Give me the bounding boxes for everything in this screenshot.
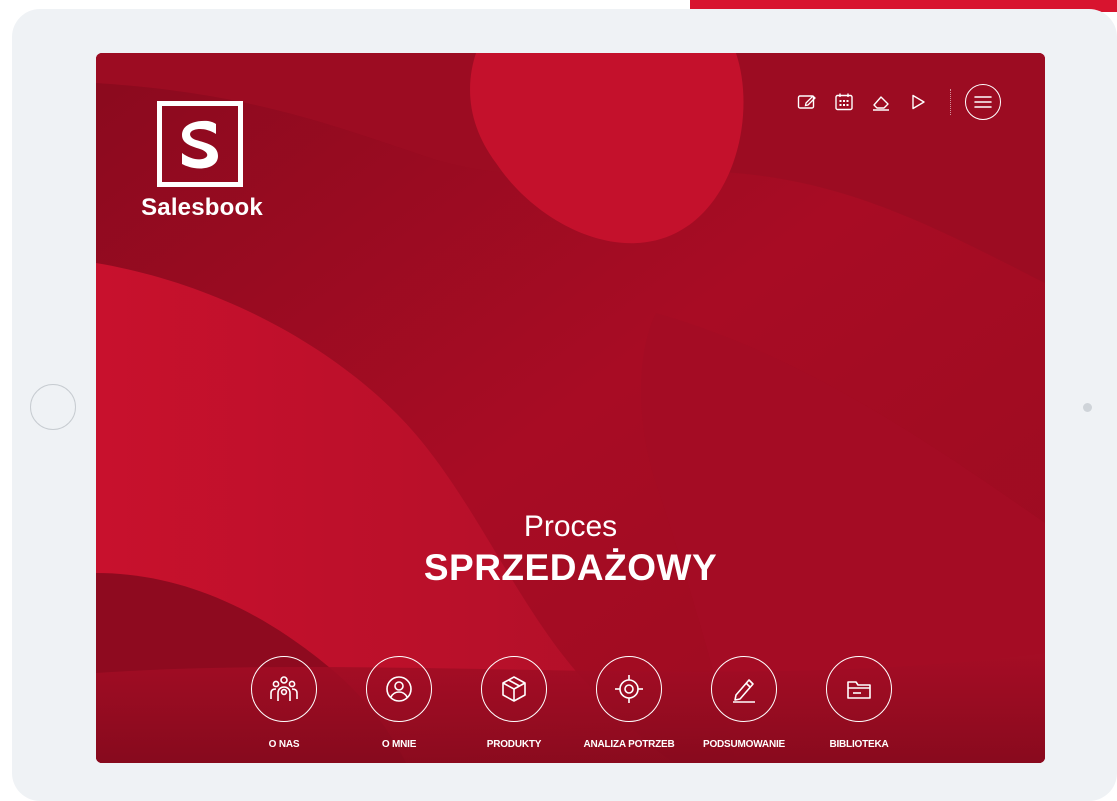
brand-name: Salesbook — [141, 194, 263, 221]
nav-label-analiza-potrzeb: ANALIZA POTRZEB — [583, 739, 675, 750]
top-toolbar — [796, 84, 1001, 120]
play-icon[interactable] — [907, 91, 929, 113]
hero-title-line2: SPRZEDAŻOWY — [423, 547, 718, 588]
group-icon — [251, 656, 317, 722]
eraser-icon[interactable] — [870, 91, 892, 113]
calendar-icon[interactable] — [833, 91, 855, 113]
nav-item-o-nas[interactable]: O NAS — [224, 656, 344, 750]
camera — [1083, 403, 1092, 412]
nav-item-biblioteka[interactable]: BIBLIOTEKA — [799, 656, 919, 750]
box-icon — [481, 656, 547, 722]
user-icon — [366, 656, 432, 722]
nav-label-produkty: PRODUKTY — [486, 739, 542, 750]
nav-item-analiza-potrzeb[interactable]: ANALIZA POTRZEB — [569, 656, 689, 750]
nav-label-podsumowanie: PODSUMOWANIE — [702, 739, 786, 750]
notes-icon[interactable] — [796, 91, 818, 113]
bottom-nav: O NAS O MNIE PRODUKTY ANALIZA POTRZEB PO… — [96, 656, 1045, 763]
menu-icon — [974, 96, 992, 108]
nav-label-o-mnie: O MNIE — [381, 739, 417, 750]
hero-title: Proces SPRZEDAŻOWY — [96, 508, 1045, 590]
nav-label-biblioteka: BIBLIOTEKA — [829, 739, 889, 750]
pencil-icon — [711, 656, 777, 722]
nav-item-produkty[interactable]: PRODUKTY — [454, 656, 574, 750]
target-icon — [596, 656, 662, 722]
hero-title-line1: Proces — [523, 510, 618, 543]
nav-item-o-mnie[interactable]: O MNIE — [339, 656, 459, 750]
nav-item-podsumowanie[interactable]: PODSUMOWANIE — [684, 656, 804, 750]
app-screen: Salesbook Proces SPRZEDAŻOWY O NAS O MNI… — [96, 53, 1045, 763]
toolbar-divider — [950, 89, 951, 115]
nav-label-o-nas: O NAS — [268, 739, 300, 750]
logo-s-icon — [182, 120, 218, 169]
logo-mark — [157, 101, 243, 187]
folder-icon — [826, 656, 892, 722]
menu-button[interactable] — [965, 84, 1001, 120]
home-button — [30, 384, 76, 430]
